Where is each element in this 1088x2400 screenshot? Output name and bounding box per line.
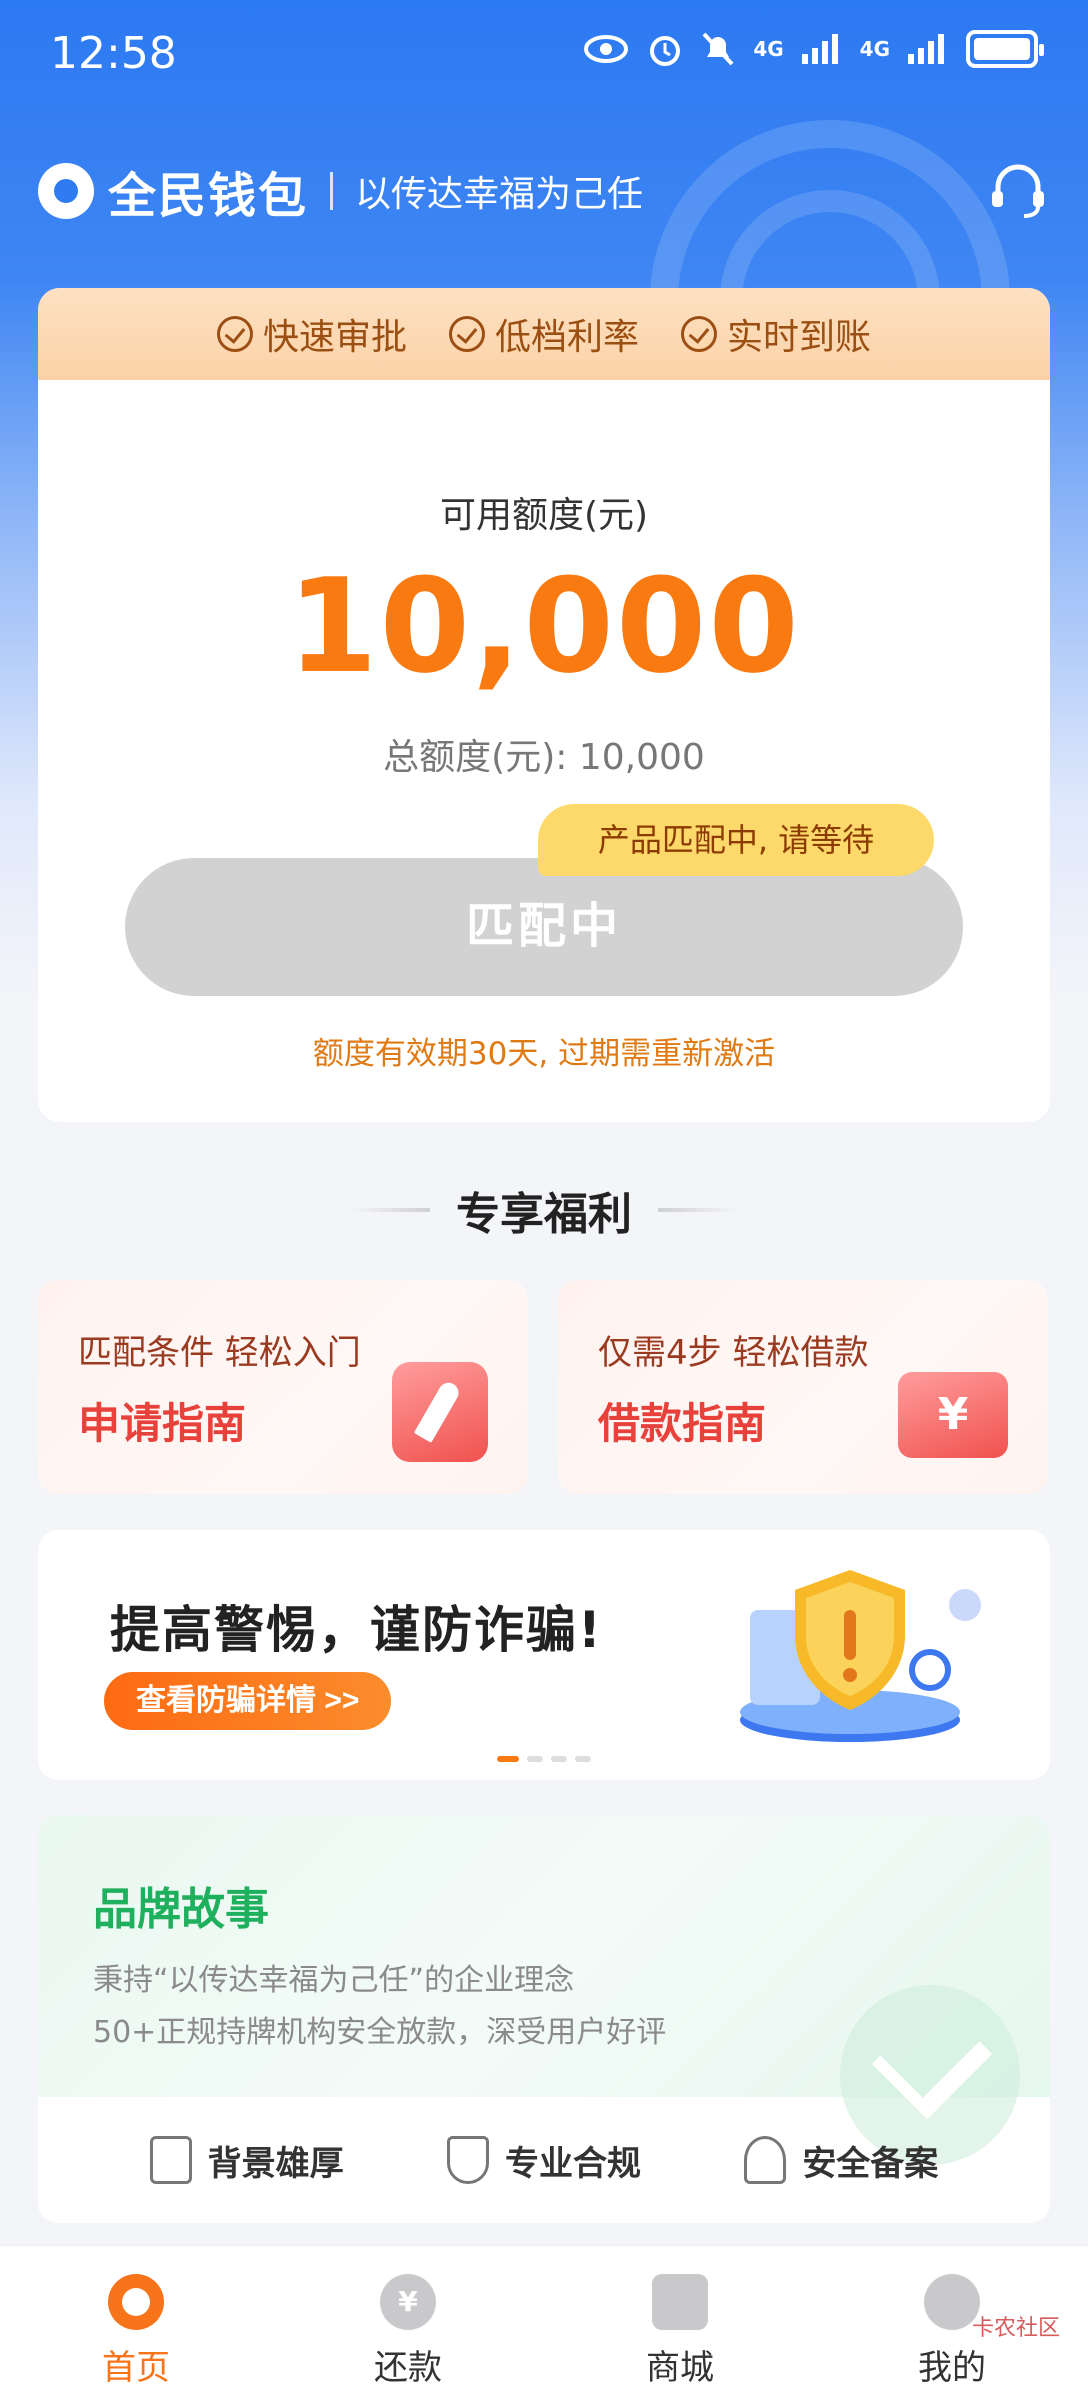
mute-bell-icon [702, 32, 734, 66]
check-icon [448, 316, 485, 352]
brand-story-desc-2: 50+正规持牌机构安全放款，深受用户好评 [93, 2015, 667, 2050]
shield-icon [446, 2136, 489, 2184]
guide-subtitle: 匹配条件 轻松入门 [78, 1333, 361, 1373]
feature-label: 快速审批 [262, 317, 407, 358]
nav-label: 我的 [918, 2348, 986, 2388]
brand-features: 背景雄厚 专业合规 安全备案 [38, 2097, 1050, 2223]
guide-title: 申请指南 [78, 1399, 247, 1448]
anti-fraud-banner[interactable]: 提高警惕，谨防诈骗! 查看防骗详情 >> [38, 1530, 1050, 1780]
feature-label: 实时到账 [727, 317, 872, 358]
compass-icon [392, 1362, 488, 1462]
available-credit-amount: 10,000 [287, 550, 801, 702]
feature-item: 快速审批 [216, 308, 407, 360]
app-header: 全民钱包 以传达幸福为己任 [38, 155, 1050, 227]
apply-guide-card[interactable]: 匹配条件 轻松入门 申请指南 [38, 1280, 528, 1494]
credit-card-panel: 快速审批 低档利率 实时到账 可用额度(元) 10,000 总额度(元): 10… [38, 288, 1050, 1122]
brand-feature-label: 背景雄厚 [207, 2143, 344, 2184]
nav-home[interactable]: 首页 [0, 2246, 272, 2400]
brand-feature-item: 背景雄厚 [149, 2136, 344, 2185]
guide-subtitle: 仅需4步 轻松借款 [598, 1333, 869, 1373]
benefits-title: 专享福利 [456, 1189, 632, 1240]
community-watermark: 卡农社区 [971, 2316, 1060, 2341]
shopping-bag-icon [652, 2274, 708, 2330]
document-icon [149, 2136, 192, 2184]
shield-illustration-icon [740, 1570, 981, 1742]
header-divider [330, 172, 334, 210]
yuan-ticket-icon: ¥ [898, 1372, 1008, 1458]
brand-feature-item: 安全备案 [744, 2136, 938, 2185]
nav-mall[interactable]: 商城 [544, 2246, 816, 2400]
customer-service-icon[interactable] [986, 159, 1050, 223]
signal-label-2: 4G [859, 37, 890, 61]
loan-guide-card[interactable]: 仅需4步 轻松借款 借款指南 ¥ [558, 1280, 1048, 1494]
brand-story-desc-1: 秉持“以传达幸福为己任”的企业理念 [93, 1963, 575, 1998]
title-line-right [658, 1208, 738, 1212]
benefits-section-title: 专享福利 [0, 1178, 1088, 1242]
alarm-icon [650, 36, 681, 66]
nav-label: 商城 [646, 2348, 714, 2388]
feature-item: 低档利率 [448, 308, 639, 360]
brand-feature-item: 专业合规 [446, 2136, 641, 2185]
fraud-details-button[interactable]: 查看防骗详情 >> [104, 1672, 392, 1730]
title-line-left [350, 1208, 430, 1212]
nav-repay[interactable]: ¥ 还款 [272, 2246, 544, 2400]
check-icon [216, 316, 253, 352]
fraud-title: 提高警惕，谨防诈骗! [110, 1601, 603, 1659]
brand-story-title: 品牌故事 [93, 1884, 269, 1935]
signal-icon-2 [908, 34, 944, 64]
user-stamp-icon [744, 2136, 787, 2184]
yuan-coin-icon: ¥ [380, 2274, 436, 2330]
status-bar: 12:58 4G 4G [0, 0, 1088, 110]
check-icon [681, 316, 717, 352]
status-time: 12:58 [50, 28, 177, 79]
brand-feature-label: 安全备案 [802, 2143, 939, 2184]
signal-label-1: 4G [753, 37, 784, 61]
nav-label: 还款 [374, 2348, 442, 2388]
available-credit-label: 可用额度(元) [439, 495, 649, 536]
guide-title: 借款指南 [598, 1399, 767, 1448]
status-icons: 4G 4G [583, 30, 1044, 68]
total-credit-line: 总额度(元): 10,000 [383, 737, 705, 778]
matching-tooltip: 产品匹配中, 请等待 [538, 804, 934, 876]
home-logo-icon [108, 2274, 164, 2330]
brand-slogan: 以传达幸福为己任 [355, 174, 644, 215]
brand-story-card: 品牌故事 秉持“以传达幸福为己任”的企业理念 50+正规持牌机构安全放款，深受用… [38, 1815, 1050, 2223]
nav-label: 首页 [102, 2348, 170, 2388]
validity-note: 额度有效期30天, 过期需重新激活 [312, 1036, 776, 1072]
brand-feature-label: 专业合规 [504, 2143, 641, 2184]
feature-banner: 快速审批 低档利率 实时到账 [38, 288, 1050, 380]
feature-label: 低档利率 [494, 317, 639, 358]
logo-icon [38, 163, 94, 219]
battery-icon [966, 30, 1044, 68]
feature-item: 实时到账 [681, 308, 871, 360]
signal-icon [801, 34, 838, 64]
bottom-nav: 首页 ¥ 还款 商城 我的 [0, 2245, 1088, 2400]
eye-icon [584, 35, 629, 63]
matching-button[interactable]: 匹配中 [125, 858, 963, 996]
brand-name: 全民钱包 [108, 168, 309, 224]
carousel-indicator [38, 1756, 1050, 1762]
